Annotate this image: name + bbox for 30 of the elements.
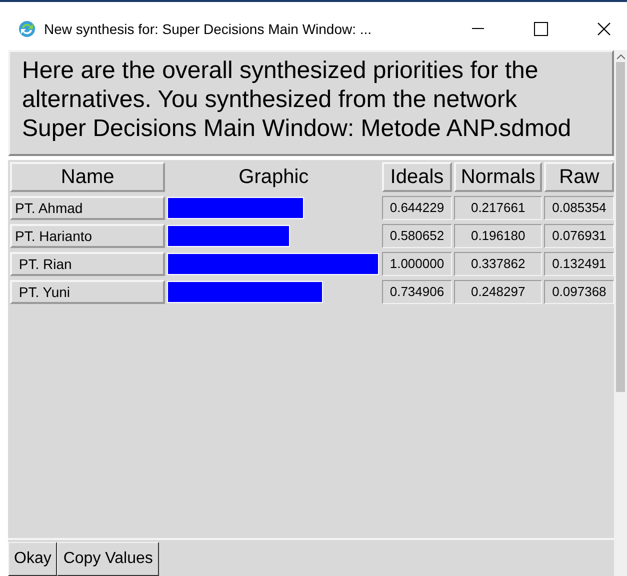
ideals-cell: 0.644229 — [382, 196, 452, 220]
ideals-cell: 1.000000 — [382, 252, 452, 276]
normals-cell: 0.337862 — [454, 252, 542, 276]
okay-button[interactable]: Okay — [8, 542, 58, 576]
copy-values-button[interactable]: Copy Values — [57, 542, 159, 576]
maximize-icon — [534, 22, 548, 36]
name-cell: PT. Rian — [10, 252, 166, 276]
raw-cell: 0.085354 — [544, 196, 614, 220]
raw-cell: 0.076931 — [544, 224, 614, 248]
column-header: Raw — [544, 162, 614, 192]
ideals-cell: 0.734906 — [382, 280, 452, 304]
ideals-cell: 0.580652 — [382, 224, 452, 248]
normals-cell: 0.196180 — [454, 224, 542, 248]
app-icon — [18, 20, 36, 38]
name-cell: PT. Yuni — [10, 280, 166, 304]
scroll-up-icon — [616, 54, 624, 60]
name-cell: PT. Ahmad — [10, 196, 166, 220]
raw-cell: 0.132491 — [544, 252, 614, 276]
column-header: Normals — [454, 162, 542, 192]
column-header: Name — [10, 162, 166, 192]
window-title: New synthesis for: Super Decisions Main Window: ... — [44, 20, 372, 39]
normals-cell: 0.248297 — [454, 280, 542, 304]
normals-cell: 0.217661 — [454, 196, 542, 220]
minimize-icon — [472, 28, 484, 30]
name-cell: PT. Harianto — [10, 224, 166, 248]
scrollbar[interactable] — [614, 50, 627, 576]
raw-cell: 0.097368 — [544, 280, 614, 304]
column-header: Ideals — [382, 162, 452, 192]
message-text: Here are the overall synthesized priorities for the alternatives. You synthesized from the network Super Decisions Main Window: Metode ANP.sdmod — [22, 56, 572, 143]
close-icon — [597, 22, 611, 36]
